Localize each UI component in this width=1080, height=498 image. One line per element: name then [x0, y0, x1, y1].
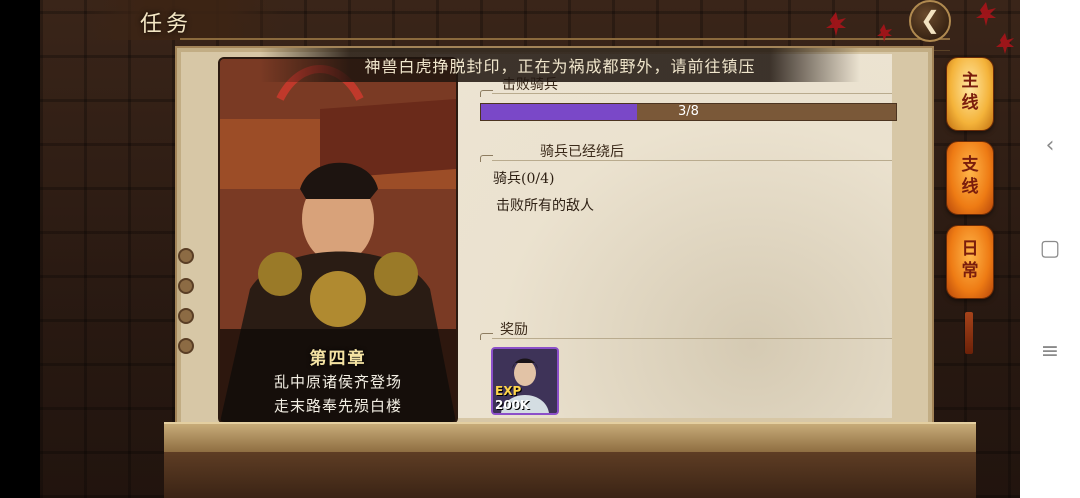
- reward-section-title: 奖励: [500, 322, 528, 338]
- decor-stud: [178, 278, 194, 294]
- tab-side-label-2: 线: [961, 177, 979, 197]
- nav-back-icon[interactable]: ‹: [1036, 132, 1064, 160]
- android-nav-bar: ‹ ▢ ≡: [1020, 0, 1080, 498]
- lantern-tassel: [965, 312, 973, 354]
- chevron-left-icon: ❮: [919, 6, 941, 34]
- nav-menu-icon[interactable]: ≡: [1036, 338, 1064, 366]
- task-progress-bar: 3/8: [480, 103, 897, 121]
- chapter-card: 第四章 乱中原诸侯齐登场 走末路奉先殒白楼: [218, 57, 458, 424]
- tab-main-label-1: 主: [961, 71, 979, 91]
- tab-daily-quest[interactable]: 日常: [946, 225, 994, 299]
- nav-home-icon[interactable]: ▢: [1036, 235, 1064, 263]
- section-rule: [492, 93, 892, 94]
- panel-base: [164, 422, 976, 454]
- tab-main-quest[interactable]: 主线: [946, 57, 994, 131]
- task-objective: 骑兵(0/4): [493, 171, 555, 187]
- tab-main-label-2: 线: [961, 93, 979, 113]
- exp-amount: 200K: [495, 398, 530, 412]
- decor-stud: [178, 308, 194, 324]
- section-rule: [492, 160, 892, 161]
- task-description: 击败所有的敌人: [496, 198, 594, 214]
- tab-side-quest[interactable]: 支线: [946, 141, 994, 215]
- tab-side-label-1: 支: [961, 155, 979, 175]
- quest-banner: 神兽白虎挣脱封印，正在为祸成都野外，请前往镇压: [260, 48, 860, 82]
- chapter-number: 第四章: [309, 349, 367, 369]
- quest-banner-text: 神兽白虎挣脱封印，正在为祸成都野外，请前往镇压: [364, 57, 756, 76]
- back-button[interactable]: ❮: [909, 0, 951, 42]
- panel-stand: [164, 452, 976, 498]
- game-screen: 任务 ❮ 第四章 乱中原诸侯齐登场 走末路奉先殒白楼 击败骑兵 3/8 骑兵已经…: [40, 0, 1020, 498]
- chapter-subtitle-line-1: 乱中原诸侯齐登场: [273, 373, 402, 391]
- reward-exp-item[interactable]: EXP 200K: [491, 347, 559, 415]
- tab-daily-label-2: 常: [961, 261, 979, 281]
- task-progress-label: 3/8: [678, 104, 699, 119]
- decor-stud: [178, 338, 194, 354]
- exp-label: EXP: [495, 384, 522, 398]
- chapter-subtitle-line-2: 走末路奉先殒白楼: [273, 397, 402, 415]
- decor-stud: [178, 248, 194, 264]
- sub-task-title: 骑兵已经绕后: [540, 144, 624, 160]
- section-rule: [492, 338, 892, 339]
- page-title: 任务: [140, 12, 193, 37]
- tab-daily-label-1: 日: [961, 239, 979, 259]
